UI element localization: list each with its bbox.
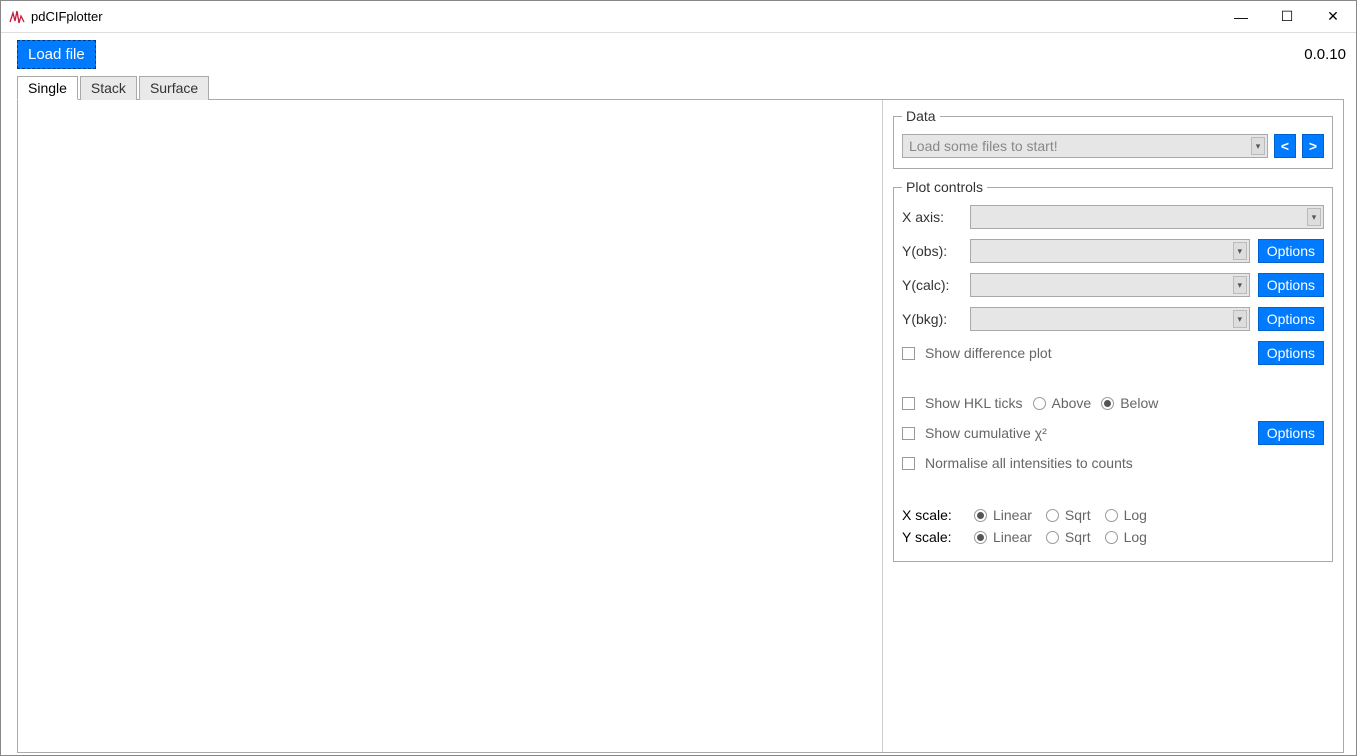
- tab-surface[interactable]: Surface: [139, 76, 209, 100]
- normalise-checkbox[interactable]: [902, 457, 915, 470]
- chi2-options-button[interactable]: Options: [1258, 421, 1324, 445]
- dropdown-caret-icon: ▾: [1307, 208, 1321, 226]
- plot-controls-group: Plot controls X axis: ▾ Y(obs): ▾ Option…: [893, 179, 1333, 562]
- maximize-button[interactable]: ☐: [1264, 1, 1310, 33]
- next-data-button[interactable]: >: [1302, 134, 1324, 158]
- show-diff-label: Show difference plot: [925, 345, 1052, 361]
- plot-controls-legend: Plot controls: [902, 179, 987, 195]
- x-log-radio[interactable]: [1105, 509, 1118, 522]
- tab-single[interactable]: Single: [17, 76, 78, 100]
- show-hkl-label: Show HKL ticks: [925, 395, 1023, 411]
- show-cum-chi2-label: Show cumulative χ²: [925, 425, 1047, 441]
- prev-data-button[interactable]: <: [1274, 134, 1296, 158]
- x-axis-select[interactable]: ▾: [970, 205, 1324, 229]
- hkl-above-label: Above: [1052, 395, 1092, 411]
- hkl-below-radio[interactable]: [1101, 397, 1114, 410]
- load-file-button[interactable]: Load file: [17, 40, 96, 69]
- data-file-placeholder: Load some files to start!: [909, 138, 1058, 154]
- normalise-label: Normalise all intensities to counts: [925, 455, 1133, 471]
- app-icon: [9, 9, 25, 25]
- data-group: Data Load some files to start! ▾ < >: [893, 108, 1333, 169]
- show-hkl-checkbox[interactable]: [902, 397, 915, 410]
- x-sqrt-radio[interactable]: [1046, 509, 1059, 522]
- x-axis-label: X axis:: [902, 209, 962, 225]
- dropdown-caret-icon: ▾: [1233, 276, 1247, 294]
- y-calc-label: Y(calc):: [902, 277, 962, 293]
- window-title: pdCIFplotter: [31, 9, 103, 24]
- close-button[interactable]: ✕: [1310, 1, 1356, 33]
- show-diff-checkbox[interactable]: [902, 347, 915, 360]
- dropdown-caret-icon: ▾: [1251, 137, 1265, 155]
- plot-area: [18, 100, 883, 752]
- y-calc-options-button[interactable]: Options: [1258, 273, 1324, 297]
- y-linear-radio[interactable]: [974, 531, 987, 544]
- toolbar: Load file 0.0.10: [1, 33, 1356, 75]
- diff-options-button[interactable]: Options: [1258, 341, 1324, 365]
- tab-stack[interactable]: Stack: [80, 76, 137, 100]
- dropdown-caret-icon: ▾: [1233, 242, 1247, 260]
- side-panel: Data Load some files to start! ▾ < > Plo…: [883, 100, 1343, 752]
- minimize-button[interactable]: —: [1218, 1, 1264, 33]
- y-obs-label: Y(obs):: [902, 243, 962, 259]
- y-bkg-select[interactable]: ▾: [970, 307, 1250, 331]
- titlebar: pdCIFplotter — ☐ ✕: [1, 1, 1356, 33]
- hkl-below-label: Below: [1120, 395, 1158, 411]
- y-sqrt-radio[interactable]: [1046, 531, 1059, 544]
- y-obs-options-button[interactable]: Options: [1258, 239, 1324, 263]
- content-area: Data Load some files to start! ▾ < > Plo…: [17, 99, 1344, 753]
- y-bkg-label: Y(bkg):: [902, 311, 962, 327]
- hkl-above-radio[interactable]: [1033, 397, 1046, 410]
- tab-strip: Single Stack Surface: [1, 76, 1356, 100]
- x-scale-label: X scale:: [902, 507, 960, 523]
- y-obs-select[interactable]: ▾: [970, 239, 1250, 263]
- y-calc-select[interactable]: ▾: [970, 273, 1250, 297]
- show-cum-chi2-checkbox[interactable]: [902, 427, 915, 440]
- x-linear-radio[interactable]: [974, 509, 987, 522]
- y-log-radio[interactable]: [1105, 531, 1118, 544]
- data-legend: Data: [902, 108, 940, 124]
- y-scale-label: Y scale:: [902, 529, 960, 545]
- y-bkg-options-button[interactable]: Options: [1258, 307, 1324, 331]
- dropdown-caret-icon: ▾: [1233, 310, 1247, 328]
- data-file-select[interactable]: Load some files to start! ▾: [902, 134, 1268, 158]
- version-label: 0.0.10: [1304, 46, 1346, 63]
